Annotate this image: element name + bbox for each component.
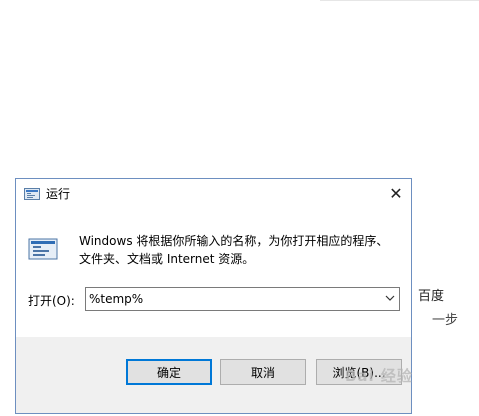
chevron-down-icon[interactable] [385, 293, 395, 306]
open-input[interactable]: %temp% [89, 292, 143, 306]
open-label: 打开(O): [28, 294, 75, 308]
run-app-icon [24, 186, 40, 200]
open-combobox[interactable]: %temp% [85, 287, 400, 311]
description-line-1: Windows 将根据你所输入的名称，为你打开相应的程序、 [79, 234, 389, 248]
ok-button[interactable]: 确定 [126, 359, 212, 385]
close-icon: ✕ [389, 183, 403, 203]
background-divider [320, 0, 479, 1]
close-button[interactable]: ✕ [381, 179, 411, 207]
cancel-button[interactable]: 取消 [220, 359, 306, 385]
description-line-2: 文件夹、文档或 Internet 资源。 [79, 252, 255, 266]
watermark: Bai 经验 [345, 367, 413, 385]
title-bar[interactable]: 运行 ✕ [16, 179, 411, 207]
background-text-baidu: 百度 [418, 289, 445, 304]
dialog-description: Windows 将根据你所输入的名称，为你打开相应的程序、 文件夹、文档或 In… [79, 232, 399, 268]
background-text-step: 一步 [432, 313, 459, 328]
dialog-title: 运行 [46, 187, 71, 201]
run-icon [28, 236, 58, 262]
